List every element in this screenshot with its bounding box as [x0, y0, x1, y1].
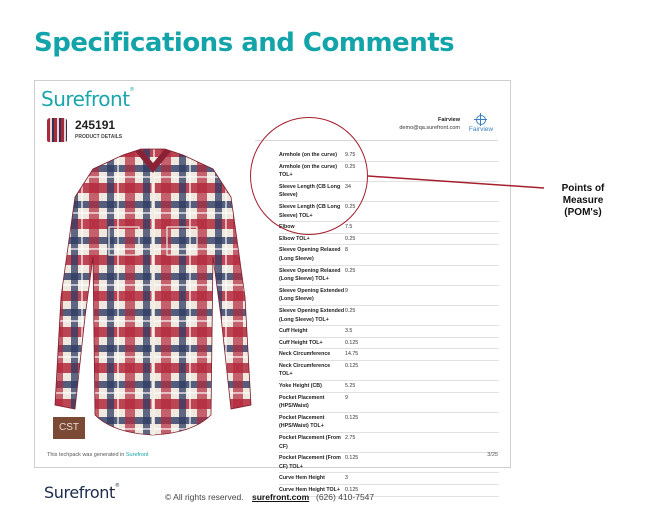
- table-row: Cuff Height 3.5: [279, 326, 499, 338]
- pom-value: 34: [345, 183, 351, 190]
- pom-value: 0.125: [345, 414, 359, 421]
- surefront-logo: Surefront®: [41, 87, 135, 111]
- pom-value: 5.25: [345, 383, 356, 390]
- table-row: Yoke Height (CB) 5.25: [279, 381, 499, 393]
- website-link[interactable]: surefront.com: [252, 492, 309, 502]
- pom-name: Pocket Placement (HPS/Waist) TOL+: [279, 414, 325, 430]
- pom-value: 0.25: [345, 307, 356, 314]
- pom-value: 2.75: [345, 435, 356, 442]
- pom-value: 9: [345, 287, 348, 294]
- pom-value: 9: [345, 394, 348, 401]
- pom-name: Cuff Height TOL+: [279, 339, 323, 346]
- company-email: demo@qa.surefront.com: [399, 125, 460, 131]
- pom-value: 0.25: [345, 163, 356, 170]
- table-row: Pocket Placement (HPS/Waist) 9: [279, 393, 499, 413]
- techpack-footer-note: This techpack was generated in Surefront: [47, 452, 149, 458]
- pom-callout-label: Points of Measure (POM's): [561, 183, 605, 218]
- pom-name: Sleeve Opening Extended (Long Sleeve) TO…: [279, 307, 345, 323]
- style-number: 245191: [75, 118, 116, 132]
- pom-value: 0.125: [345, 362, 359, 369]
- shirt-thumbnail-icon: [47, 118, 67, 142]
- cst-badge: CST: [53, 417, 85, 439]
- table-row: Pocket Placement (From CF) 2.75: [279, 433, 499, 454]
- page-number: 3/25: [487, 452, 498, 458]
- pom-value: 0.125: [345, 455, 359, 462]
- table-row: Sleeve Opening Relaxed (Long Sleeve) TOL…: [279, 266, 499, 286]
- pom-value: 8: [345, 247, 348, 254]
- fairview-logo-text: Fairview: [468, 126, 494, 133]
- pom-name: Neck Circumference TOL+: [279, 362, 331, 378]
- table-row: Sleeve Opening Relaxed (Long Sleeve) 8: [279, 245, 499, 266]
- pom-name: Neck Circumference: [279, 351, 331, 358]
- table-row: Pocket Placement (HPS/Waist) TOL+ 0.125: [279, 413, 499, 434]
- crosshair-icon: [474, 113, 487, 126]
- pom-name: Pocket Placement (HPS/Waist): [279, 394, 325, 410]
- pom-name: Sleeve Opening Relaxed (Long Sleeve): [279, 247, 341, 262]
- pom-value: 3.5: [345, 328, 353, 335]
- table-row: Neck Circumference TOL+ 0.125: [279, 361, 499, 382]
- slide-title: Specifications and Comments: [34, 28, 455, 58]
- pom-name: Sleeve Opening Extended (Long Sleeve): [279, 287, 345, 303]
- pom-value: 0.125: [345, 339, 359, 346]
- table-row: Sleeve Opening Extended (Long Sleeve) 9: [279, 286, 499, 306]
- pom-name: Pocket Placement (From CF) TOL+: [279, 455, 341, 470]
- shirt-image: [54, 148, 252, 436]
- pom-value: 14.75: [345, 351, 359, 358]
- pom-value: 7.5: [345, 224, 353, 231]
- pom-highlight-ring: [250, 117, 368, 235]
- table-row: Curve Hem Height 3: [279, 473, 499, 485]
- pom-name: Sleeve Opening Relaxed (Long Sleeve) TOL…: [279, 267, 341, 283]
- fairview-logo: Fairview: [466, 113, 496, 137]
- pom-name: Curve Hem Height: [279, 475, 325, 482]
- table-row: Neck Circumference 14.75: [279, 349, 499, 361]
- pom-name: Cuff Height: [279, 328, 308, 335]
- table-row: Pocket Placement (From CF) TOL+ 0.125: [279, 453, 499, 474]
- pom-value: 3: [345, 475, 348, 482]
- product-details-label: PRODUCT DETAILS: [75, 134, 123, 140]
- table-row: Cuff Height TOL+ 0.125: [279, 338, 499, 350]
- pom-value: 0.25: [345, 203, 356, 210]
- pom-name: Yoke Height (CB): [279, 383, 322, 390]
- pom-value: 0.25: [345, 267, 356, 274]
- pom-name: Pocket Placement (From CF): [279, 435, 341, 450]
- company-name: Fairview: [437, 117, 460, 123]
- footer-surefront-logo: Surefront®: [44, 483, 120, 502]
- copyright-text: © All rights reserved.: [165, 492, 244, 502]
- phone-number: (626) 410-7547: [316, 492, 375, 502]
- pom-name: Elbow TOL+: [279, 235, 310, 242]
- table-row: Sleeve Opening Extended (Long Sleeve) TO…: [279, 306, 499, 327]
- table-row: Elbow TOL+ 0.25: [279, 234, 499, 246]
- table-row: Curve Hem Height TOL+ 0.125: [279, 485, 499, 497]
- pom-value: 0.25: [345, 235, 356, 242]
- pom-value: 9.75: [345, 152, 356, 158]
